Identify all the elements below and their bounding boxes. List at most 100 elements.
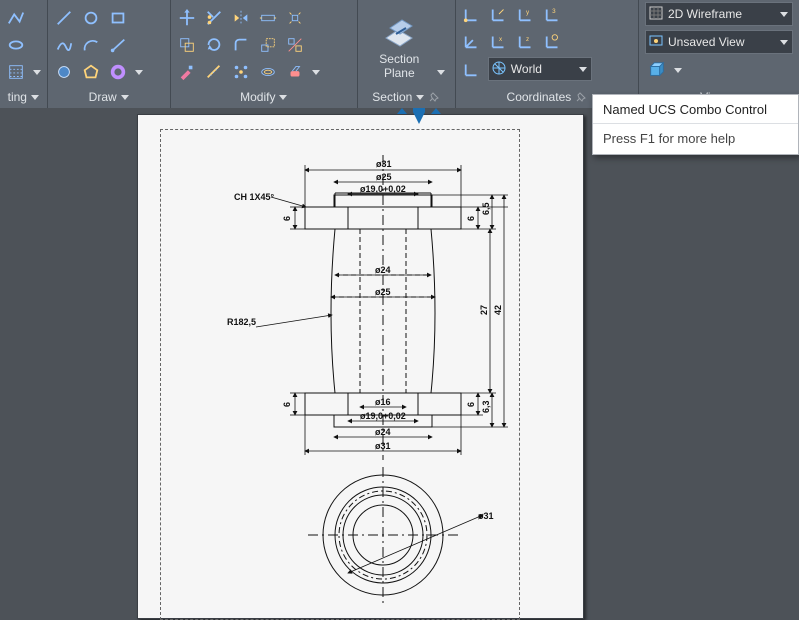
ucs-icon-3[interactable]: y [514, 2, 538, 26]
draw-expand[interactable] [134, 60, 144, 84]
arc-icon[interactable] [79, 33, 103, 57]
panel-section: Section Plane Section [358, 0, 456, 108]
align-icon[interactable] [283, 33, 307, 57]
ucs-icon-6[interactable]: x [487, 29, 511, 53]
svg-text:x: x [499, 36, 503, 43]
modify-expand[interactable] [311, 60, 321, 84]
move-icon[interactable] [175, 6, 199, 30]
dim-h6a-r: 6 [466, 216, 476, 221]
visual-style-combo[interactable]: 2D Wireframe [645, 2, 793, 26]
tooltip-help: Press F1 for more help [593, 124, 798, 154]
svg-text:z: z [526, 36, 529, 43]
spline-icon[interactable] [52, 33, 76, 57]
visual-style-label: 2D Wireframe [668, 7, 776, 21]
hatch-icon[interactable] [4, 60, 28, 84]
page-border [160, 129, 520, 620]
rectangle-icon[interactable] [106, 6, 130, 30]
dim-h6b: 6 [282, 402, 292, 407]
region-icon[interactable] [52, 60, 76, 84]
measure-icon[interactable] [202, 60, 226, 84]
panel-view: 2D Wireframe Unsaved View View [639, 0, 799, 108]
panel-label-draw: Draw [89, 90, 117, 104]
section-expand[interactable] [436, 60, 446, 84]
svg-text:3: 3 [552, 8, 556, 15]
ucs-icon-7[interactable]: z [514, 29, 538, 53]
ucs-icon-5[interactable] [460, 29, 484, 53]
dim-h6a: 6 [282, 216, 292, 221]
polyline-icon[interactable] [4, 6, 28, 30]
panel-dropdown-draw[interactable] [121, 95, 129, 100]
copy-icon[interactable] [175, 33, 199, 57]
stretch-icon[interactable] [256, 6, 280, 30]
pin-icon[interactable] [428, 91, 440, 103]
dim-r1825: R182,5 [227, 317, 256, 327]
scale-icon[interactable] [256, 33, 280, 57]
panel-dropdown-section[interactable] [416, 95, 424, 100]
dim-d25-top: ø25 [376, 172, 392, 182]
dim-d16: ø16 [375, 397, 391, 407]
circle-icon[interactable] [79, 6, 103, 30]
donut-icon[interactable] [106, 60, 130, 84]
ucs-icon-4[interactable]: 3 [541, 2, 565, 26]
editing-expand[interactable] [32, 60, 42, 84]
paper-sheet: CH 1X45° R182,5 ø31 ø25 ø19,0+0,02 ø24 ø… [137, 114, 584, 619]
fillet-icon[interactable] [229, 33, 253, 57]
dim-d31-lower: ø31 [375, 441, 391, 451]
model-space[interactable]: CH 1X45° R182,5 ø31 ø25 ø19,0+0,02 ø24 ø… [0, 108, 799, 617]
explode-icon[interactable] [283, 6, 307, 30]
dim-h42: 42 [493, 305, 503, 315]
ucs-icon-8[interactable] [541, 29, 565, 53]
panel-label-editing: ting [8, 90, 27, 104]
trim-icon[interactable] [202, 6, 226, 30]
brush-icon[interactable] [175, 60, 199, 84]
ribbon: ting Draw [0, 0, 799, 109]
ray-icon[interactable] [106, 33, 130, 57]
panel-label-coordinates: Coordinates [507, 90, 572, 104]
panel-draw: Draw [48, 0, 171, 108]
ellipse-icon[interactable] [4, 33, 28, 57]
dim-d31-top: ø31 [376, 159, 392, 169]
ucs-world-icon[interactable] [460, 57, 484, 81]
polygon-icon[interactable] [79, 60, 103, 84]
pin-icon-coord[interactable] [575, 91, 587, 103]
tooltip: Named UCS Combo Control Press F1 for mor… [592, 94, 799, 155]
ucs-combo-arrow[interactable] [579, 67, 587, 72]
view-combo-label: Unsaved View [668, 35, 776, 49]
mirror-icon[interactable] [229, 6, 253, 30]
dim-h6b-r: 6 [466, 402, 476, 407]
rotate-icon[interactable] [202, 33, 226, 57]
erase-icon[interactable] [283, 60, 307, 84]
view-combo-arrow[interactable] [780, 40, 788, 45]
ucs-icon-1[interactable] [460, 2, 484, 26]
panel-dropdown-modify[interactable] [279, 95, 287, 100]
ucs-icon-2[interactable] [487, 2, 511, 26]
panel-dropdown-editing[interactable] [31, 95, 39, 100]
line-icon[interactable] [52, 6, 76, 30]
dim-h65: 6,5 [481, 202, 491, 215]
panel-coordinates: x y z 3 World Coordinates [456, 0, 639, 108]
panel-label-modify: Modify [240, 90, 275, 104]
dim-d24-mid: ø24 [375, 265, 391, 275]
tooltip-title: Named UCS Combo Control [593, 95, 798, 124]
dim-h63: 6,3 [481, 400, 491, 413]
offset-icon[interactable] [256, 60, 280, 84]
panel-title-editing: ting [2, 86, 45, 108]
dim-d19-upper: ø19,0+0,02 [360, 184, 406, 194]
dim-d19-lower: ø19,0+0,02 [360, 411, 406, 421]
dim-d24-lower: ø24 [375, 427, 391, 437]
view-combo[interactable]: Unsaved View [645, 30, 793, 54]
panel-label-section: Section [372, 90, 412, 104]
navcube-icon[interactable] [645, 58, 669, 82]
navcube-expand[interactable] [673, 58, 683, 82]
ucs-combo-label: World [511, 62, 575, 76]
visual-style-arrow[interactable] [780, 12, 788, 17]
dim-d25-mid: ø25 [375, 287, 391, 297]
ucs-combo[interactable]: World [488, 57, 592, 81]
panel-title-section: Section [360, 86, 453, 108]
world-icon [491, 60, 507, 79]
dim-d31-circle: ø31 [478, 511, 494, 521]
array-icon[interactable] [229, 60, 253, 84]
dim-ch: CH 1X45° [234, 192, 275, 202]
panel-modify: Modify [171, 0, 358, 108]
section-plane-button[interactable]: Section Plane [366, 12, 432, 84]
